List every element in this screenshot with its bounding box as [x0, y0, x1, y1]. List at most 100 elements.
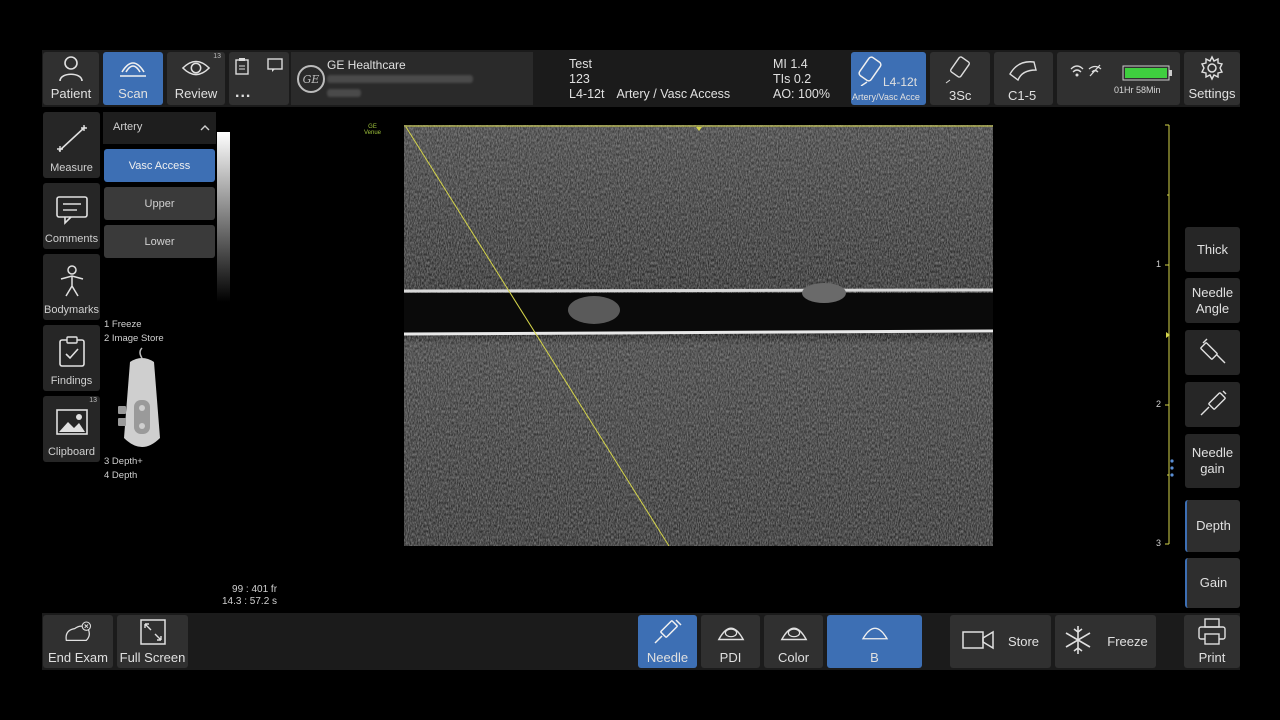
review-button[interactable]: 13 Review	[167, 52, 225, 105]
depth-label-2: 2	[1156, 399, 1162, 409]
comment-small-icon[interactable]	[267, 57, 285, 75]
battery-icon	[1122, 65, 1174, 86]
patient-info: Test 123 L4-12t Artery / Vasc Access	[569, 57, 742, 102]
patient-button[interactable]: Patient	[43, 52, 99, 105]
clipboard-button[interactable]: 13 Clipboard	[43, 396, 100, 462]
no-wifi-icon	[1088, 64, 1102, 83]
battery-time: 01Hr 58Min	[1114, 85, 1161, 95]
gain-control[interactable]: Gain	[1185, 558, 1240, 608]
depth-control[interactable]: Depth	[1185, 500, 1240, 552]
color-mode-label: Color	[777, 650, 810, 665]
preset-lower[interactable]: Lower	[104, 225, 215, 258]
convex-probe-icon	[1006, 56, 1040, 87]
ge-venue-mark: GE Venue	[364, 124, 381, 136]
ge-logo: GE	[297, 65, 325, 93]
pdi-mode-button[interactable]: PDI	[701, 615, 760, 668]
settings-label: Settings	[1188, 86, 1236, 101]
store-button[interactable]: Store	[950, 615, 1051, 668]
pdi-icon	[716, 618, 746, 646]
cine-time: 14.3 : 57.2 s	[222, 596, 278, 607]
probe-c1-5-button[interactable]: C1-5	[994, 52, 1053, 105]
key-freeze: 1 Freeze	[104, 319, 142, 330]
freeze-button[interactable]: Freeze	[1055, 615, 1156, 668]
bodymarks-button[interactable]: Bodymarks	[43, 254, 100, 320]
active-probe-name: L4-12t	[883, 75, 918, 89]
needle-right-icon	[1199, 389, 1227, 421]
tis-value: TIs 0.2	[773, 72, 812, 86]
redacted-date	[327, 75, 473, 83]
end-exam-label: End Exam	[48, 650, 108, 665]
syringe-icon	[653, 618, 683, 646]
b-mode-button[interactable]: B	[827, 615, 922, 668]
full-screen-button[interactable]: Full Screen	[117, 615, 188, 668]
needle-right-button[interactable]	[1185, 382, 1240, 427]
preset-upper[interactable]: Upper	[104, 187, 215, 220]
active-probe-preset: Artery/Vasc Acce	[852, 92, 920, 102]
needle-gain-label-2: gain	[1200, 461, 1225, 476]
wall-echo	[802, 283, 846, 303]
thick-button[interactable]: Thick	[1185, 227, 1240, 272]
clipboard-small-icon[interactable]	[234, 57, 252, 75]
depth-label: Depth	[1196, 518, 1231, 533]
scan-label: Scan	[118, 86, 148, 101]
ao-value: AO: 100%	[773, 87, 830, 101]
speckle-texture	[404, 125, 993, 546]
review-count: 13	[213, 53, 221, 60]
needle-gain-label-1: Needle	[1191, 445, 1234, 460]
person-icon	[56, 53, 86, 83]
needle-mode-button[interactable]: Needle	[638, 615, 697, 668]
needle-angle-label-1: Needle	[1191, 284, 1234, 300]
needle-left-button[interactable]	[1185, 330, 1240, 375]
print-button[interactable]: Print	[1184, 615, 1240, 668]
b-mode-label: B	[870, 650, 879, 665]
more-button[interactable]: ...	[235, 84, 251, 102]
brand-name: GE Healthcare	[327, 58, 406, 72]
comment-icon	[55, 193, 89, 227]
top-bar: Patient Scan 13 Review ... GE GE Healthc…	[42, 50, 1240, 107]
patient-id: 123	[569, 72, 590, 86]
ge-mark-line2: Venue	[364, 130, 382, 136]
end-exam-button[interactable]: End Exam	[43, 615, 113, 668]
color-mode-button[interactable]: Color	[764, 615, 823, 668]
scan-button[interactable]: Scan	[103, 52, 163, 105]
snowflake-icon	[1063, 625, 1093, 658]
chevron-up-icon	[200, 122, 210, 134]
ultrasound-image[interactable]	[404, 125, 993, 546]
probe-l4-12t-button[interactable]: L4-12t Artery/Vasc Acce	[851, 52, 926, 105]
mi-value: MI 1.4	[773, 57, 808, 71]
caliper-icon	[55, 122, 89, 156]
freeze-label: Freeze	[1107, 634, 1148, 649]
clipboard-count: 13	[89, 397, 97, 404]
end-exam-icon	[63, 618, 93, 646]
needle-angle-label-2: Angle	[1195, 300, 1230, 316]
ultrasound-app: Patient Scan 13 Review ... GE GE Healthc…	[42, 50, 1240, 670]
preset-panel: Artery Vasc Access Upper Lower	[103, 112, 216, 258]
bodymarks-label: Bodymarks	[43, 304, 100, 316]
bottom-bar: End Exam Full Screen Needle PDI Color B …	[42, 613, 1240, 670]
measure-button[interactable]: Measure	[43, 112, 100, 178]
depth-scale: 1 2 3	[1154, 124, 1174, 548]
findings-button[interactable]: Findings	[43, 325, 100, 391]
preset-name: Artery / Vasc Access	[616, 87, 731, 101]
key-depth-minus: 4 Depth	[104, 470, 138, 481]
printer-icon	[1197, 618, 1227, 646]
needle-tip-echo	[568, 296, 620, 324]
needle-angle-button[interactable]: Needle Angle	[1185, 278, 1240, 323]
needle-left-icon	[1199, 337, 1227, 369]
findings-label: Findings	[50, 375, 93, 387]
key-depth-plus: 3 Depth+	[104, 456, 143, 467]
preset-vasc-access[interactable]: Vasc Access	[104, 149, 215, 182]
thick-label: Thick	[1196, 241, 1229, 257]
full-screen-label: Full Screen	[119, 650, 186, 665]
comments-button[interactable]: Comments	[43, 183, 100, 249]
probe-3sc-button[interactable]: 3Sc	[930, 52, 990, 105]
preset-category-dropdown[interactable]: Artery	[103, 112, 216, 144]
probe-button-diagram	[118, 347, 160, 447]
measure-label: Measure	[50, 162, 93, 174]
comments-label: Comments	[44, 233, 99, 245]
quick-tools-group: ...	[229, 52, 289, 105]
phased-probe-icon	[944, 56, 976, 87]
settings-button[interactable]: Settings	[1184, 52, 1240, 105]
needle-gain-button[interactable]: Needle gain	[1185, 434, 1240, 488]
scan-probe-icon	[118, 53, 148, 83]
